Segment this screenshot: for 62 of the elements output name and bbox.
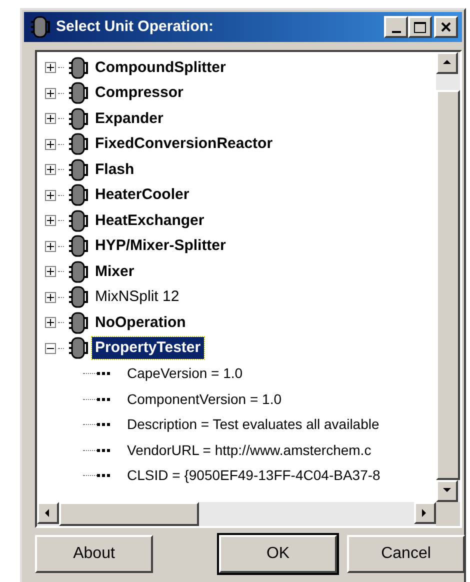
tree-item[interactable]: Mixer	[92, 260, 138, 283]
expand-icon[interactable]	[45, 190, 56, 201]
horizontal-scrollbar[interactable]	[37, 502, 436, 526]
scroll-down-button[interactable]	[436, 480, 458, 502]
close-button[interactable]	[434, 16, 458, 38]
chip-icon	[28, 16, 52, 38]
close-icon	[440, 21, 452, 33]
tree-item[interactable]: Compressor	[92, 82, 186, 104]
ellipsis-icon	[97, 372, 111, 376]
property-text: CapeVersion = 1.0	[127, 364, 243, 384]
dialog-button[interactable]: Cancel	[347, 535, 465, 573]
minimize-button[interactable]	[384, 16, 408, 38]
chip-icon	[66, 158, 90, 181]
chip-icon	[66, 210, 90, 232]
chip-icon	[66, 286, 90, 308]
scroll-left-button[interactable]	[37, 502, 59, 524]
property-text: VendorURL = http://www.amsterchem.c	[127, 440, 372, 460]
tree-item[interactable]: NoOperation	[92, 312, 189, 334]
chip-icon	[66, 337, 90, 360]
tree-item[interactable]: FixedConversionReactor	[92, 133, 276, 156]
expand-icon[interactable]	[45, 240, 56, 252]
chip-icon	[66, 82, 90, 104]
chip-icon	[66, 312, 90, 334]
ellipsis-icon	[97, 448, 111, 452]
tree-item[interactable]: HeaterCooler	[92, 184, 192, 206]
expand-icon[interactable]	[45, 317, 56, 328]
ellipsis-icon	[97, 423, 111, 426]
window-title: Select Unit Operation:	[56, 16, 214, 37]
expand-icon[interactable]	[45, 292, 56, 303]
property-text: ComponentVersion = 1.0	[127, 390, 282, 409]
collapse-icon[interactable]	[45, 342, 56, 354]
tree-item[interactable]: Flash	[92, 158, 138, 181]
maximize-button[interactable]	[408, 16, 432, 38]
chip-icon	[66, 133, 90, 156]
property-text: CLSID = {9050EF49-13FF-4C04-BA37-8	[127, 466, 380, 486]
expand-icon[interactable]	[45, 62, 56, 74]
chip-icon	[66, 260, 90, 283]
expand-icon[interactable]	[45, 164, 56, 176]
tree-item[interactable]: MixNSplit 12	[92, 286, 182, 308]
tree-item[interactable]: HeatExchanger	[92, 210, 208, 232]
expand-icon[interactable]	[45, 113, 56, 124]
expand-icon[interactable]	[45, 138, 56, 150]
dialog-button[interactable]: OK	[219, 535, 337, 573]
tree-item[interactable]: PropertyTester	[92, 337, 204, 360]
scroll-right-button[interactable]	[414, 502, 436, 524]
scrollbar-corner	[436, 502, 460, 526]
chip-icon	[66, 108, 90, 130]
tree-item[interactable]: CompoundSplitter	[92, 56, 229, 79]
scroll-up-button[interactable]	[436, 52, 458, 74]
chip-icon	[66, 184, 90, 206]
ellipsis-icon	[97, 474, 111, 478]
property-text: Description = Test evaluates all available	[127, 415, 380, 434]
ellipsis-icon	[97, 398, 111, 401]
chip-icon	[66, 56, 90, 79]
expand-icon[interactable]	[45, 215, 56, 226]
tree-item[interactable]: Expander	[92, 108, 166, 130]
dialog-button[interactable]: About	[35, 535, 153, 573]
scrollbar-thumb[interactable]	[59, 502, 199, 526]
tree-item[interactable]: HYP/Mixer-Splitter	[92, 235, 229, 258]
expand-icon[interactable]	[45, 88, 56, 99]
chip-icon	[66, 235, 90, 258]
expand-icon[interactable]	[45, 266, 56, 278]
